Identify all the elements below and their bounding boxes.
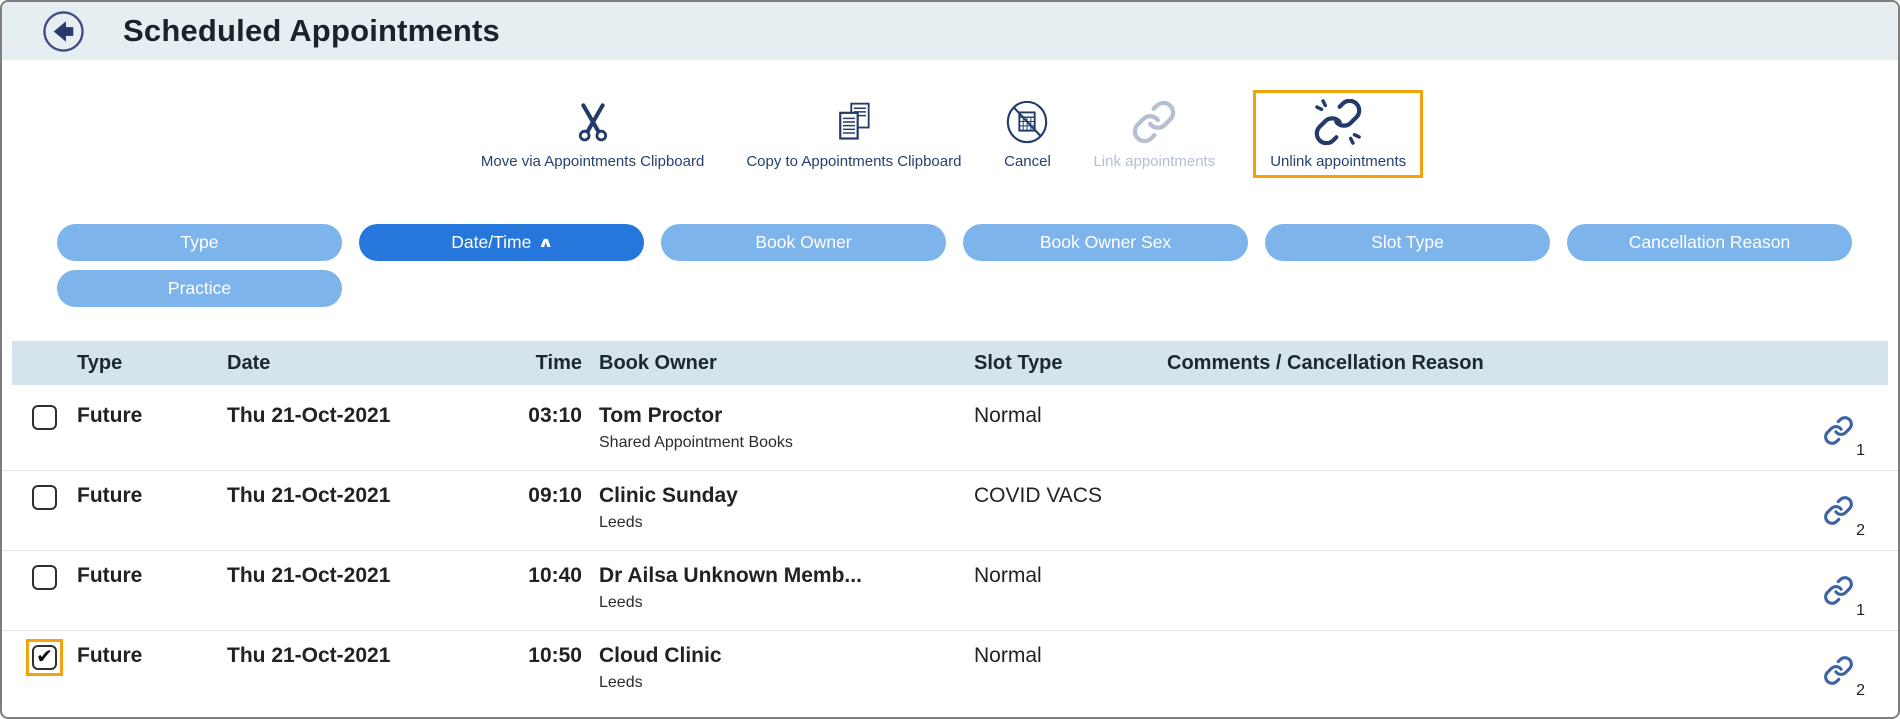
filter-pill-datetime[interactable]: Date/Time ∧ <box>359 224 644 261</box>
copy-documents-icon <box>832 99 876 145</box>
pill-label: Book Owner <box>755 232 851 253</box>
row-checkbox[interactable] <box>32 565 57 590</box>
filter-row-1: Type Date/Time ∧ Book Owner Book Owner S… <box>57 224 1898 261</box>
col-type: Type <box>77 352 227 375</box>
filter-pill-book-owner[interactable]: Book Owner <box>661 224 946 261</box>
unlink-icon <box>1313 99 1363 145</box>
pill-label: Practice <box>168 278 231 299</box>
filter-pill-practice[interactable]: Practice <box>57 270 342 307</box>
col-slot-type: Slot Type <box>957 352 1150 375</box>
pill-label: Date/Time <box>451 232 531 253</box>
pill-label: Cancellation Reason <box>1629 232 1791 253</box>
link-count: 2 <box>1856 682 1865 700</box>
filter-bar: Type Date/Time ∧ Book Owner Book Owner S… <box>2 178 1898 307</box>
app-window: Scheduled Appointments Move via Appointm… <box>0 0 1900 719</box>
filter-pill-book-owner-sex[interactable]: Book Owner Sex <box>963 224 1248 261</box>
back-button[interactable] <box>42 10 85 53</box>
filter-row-2: Practice <box>57 270 1898 307</box>
link-count: 2 <box>1856 522 1865 540</box>
link-count: 1 <box>1856 602 1865 620</box>
cell-slot-type: Normal <box>957 643 1150 669</box>
cell-date: Thu 21-Oct-2021 <box>227 483 507 509</box>
cell-book-owner-sub: Leeds <box>599 674 957 692</box>
checkbox-annotation-box <box>26 639 63 676</box>
linked-appointments-indicator[interactable]: 2 <box>1823 655 1854 691</box>
cell-book-owner-sub: Shared Appointment Books <box>599 434 957 452</box>
cell-book-owner: Clinic Sunday <box>599 483 957 509</box>
col-comments: Comments / Cancellation Reason <box>1150 352 1758 375</box>
scissors-icon <box>572 99 614 145</box>
table-row[interactable]: Future Thu 21-Oct-2021 03:10 Tom Proctor… <box>2 391 1898 471</box>
table-row[interactable]: Future Thu 21-Oct-2021 10:50 Cloud Clini… <box>2 631 1898 711</box>
link-icon <box>1823 655 1854 686</box>
toolbar-move-via-appointments-clipboard[interactable]: Move via Appointments Clipboard <box>477 90 708 178</box>
cell-time: 03:10 <box>507 403 582 429</box>
cell-date: Thu 21-Oct-2021 <box>227 643 507 669</box>
cell-time: 10:40 <box>507 563 582 589</box>
row-checkbox[interactable] <box>32 645 57 670</box>
cell-book-owner-sub: Leeds <box>599 514 957 532</box>
toolbar-label: Cancel <box>1004 153 1051 170</box>
cell-slot-type: Normal <box>957 403 1150 429</box>
table-row[interactable]: Future Thu 21-Oct-2021 09:10 Clinic Sund… <box>2 471 1898 551</box>
pill-label: Type <box>181 232 219 253</box>
row-checkbox[interactable] <box>32 405 57 430</box>
linked-appointments-indicator[interactable]: 1 <box>1823 415 1854 451</box>
toolbar-label: Link appointments <box>1093 153 1215 170</box>
link-icon <box>1129 99 1179 145</box>
cell-book-owner: Tom Proctor <box>599 403 957 429</box>
linked-appointments-indicator[interactable]: 2 <box>1823 495 1854 531</box>
table-row[interactable]: Future Thu 21-Oct-2021 10:40 Dr Ailsa Un… <box>2 551 1898 631</box>
filter-pill-slot-type[interactable]: Slot Type <box>1265 224 1550 261</box>
pill-label: Slot Type <box>1371 232 1444 253</box>
col-book-owner: Book Owner <box>582 352 957 375</box>
table-header: Type Date Time Book Owner Slot Type Comm… <box>12 341 1888 385</box>
toolbar: Move via Appointments Clipboard Copy to … <box>2 60 1898 178</box>
cell-book-owner: Cloud Clinic <box>599 643 957 669</box>
cell-type: Future <box>77 563 227 589</box>
cell-date: Thu 21-Oct-2021 <box>227 563 507 589</box>
toolbar-cancel[interactable]: Cancel <box>999 90 1055 178</box>
cell-book-owner: Dr Ailsa Unknown Memb... <box>599 563 957 589</box>
col-date: Date <box>227 352 507 375</box>
link-icon <box>1823 495 1854 526</box>
page-header: Scheduled Appointments <box>2 2 1898 60</box>
cell-slot-type: COVID VACS <box>957 483 1150 509</box>
filter-pill-cancellation-reason[interactable]: Cancellation Reason <box>1567 224 1852 261</box>
link-icon <box>1823 415 1854 446</box>
cell-time: 09:10 <box>507 483 582 509</box>
link-count: 1 <box>1856 442 1865 460</box>
toolbar-copy-to-appointments-clipboard[interactable]: Copy to Appointments Clipboard <box>742 90 965 178</box>
toolbar-label: Unlink appointments <box>1270 153 1406 170</box>
toolbar-label: Copy to Appointments Clipboard <box>746 153 961 170</box>
toolbar-label: Move via Appointments Clipboard <box>481 153 704 170</box>
pill-label: Book Owner Sex <box>1040 232 1171 253</box>
row-checkbox[interactable] <box>32 485 57 510</box>
cell-type: Future <box>77 643 227 669</box>
checkbox-wrap <box>26 399 63 436</box>
col-time: Time <box>507 352 582 375</box>
cancel-calendar-icon <box>1003 99 1051 145</box>
appointments-table: Type Date Time Book Owner Slot Type Comm… <box>2 341 1898 711</box>
sort-ascending-icon: ∧ <box>538 234 554 251</box>
checkbox-wrap <box>26 479 63 516</box>
cell-type: Future <box>77 403 227 429</box>
cell-date: Thu 21-Oct-2021 <box>227 403 507 429</box>
checkbox-wrap <box>26 559 63 596</box>
filter-pill-type[interactable]: Type <box>57 224 342 261</box>
toolbar-link-appointments[interactable]: Link appointments <box>1089 90 1219 178</box>
cell-time: 10:50 <box>507 643 582 669</box>
link-icon <box>1823 575 1854 606</box>
page-title: Scheduled Appointments <box>123 13 500 49</box>
cell-type: Future <box>77 483 227 509</box>
back-arrow-icon <box>42 10 85 53</box>
cell-slot-type: Normal <box>957 563 1150 589</box>
linked-appointments-indicator[interactable]: 1 <box>1823 575 1854 611</box>
toolbar-unlink-appointments[interactable]: Unlink appointments <box>1253 90 1423 178</box>
cell-book-owner-sub: Leeds <box>599 594 957 612</box>
